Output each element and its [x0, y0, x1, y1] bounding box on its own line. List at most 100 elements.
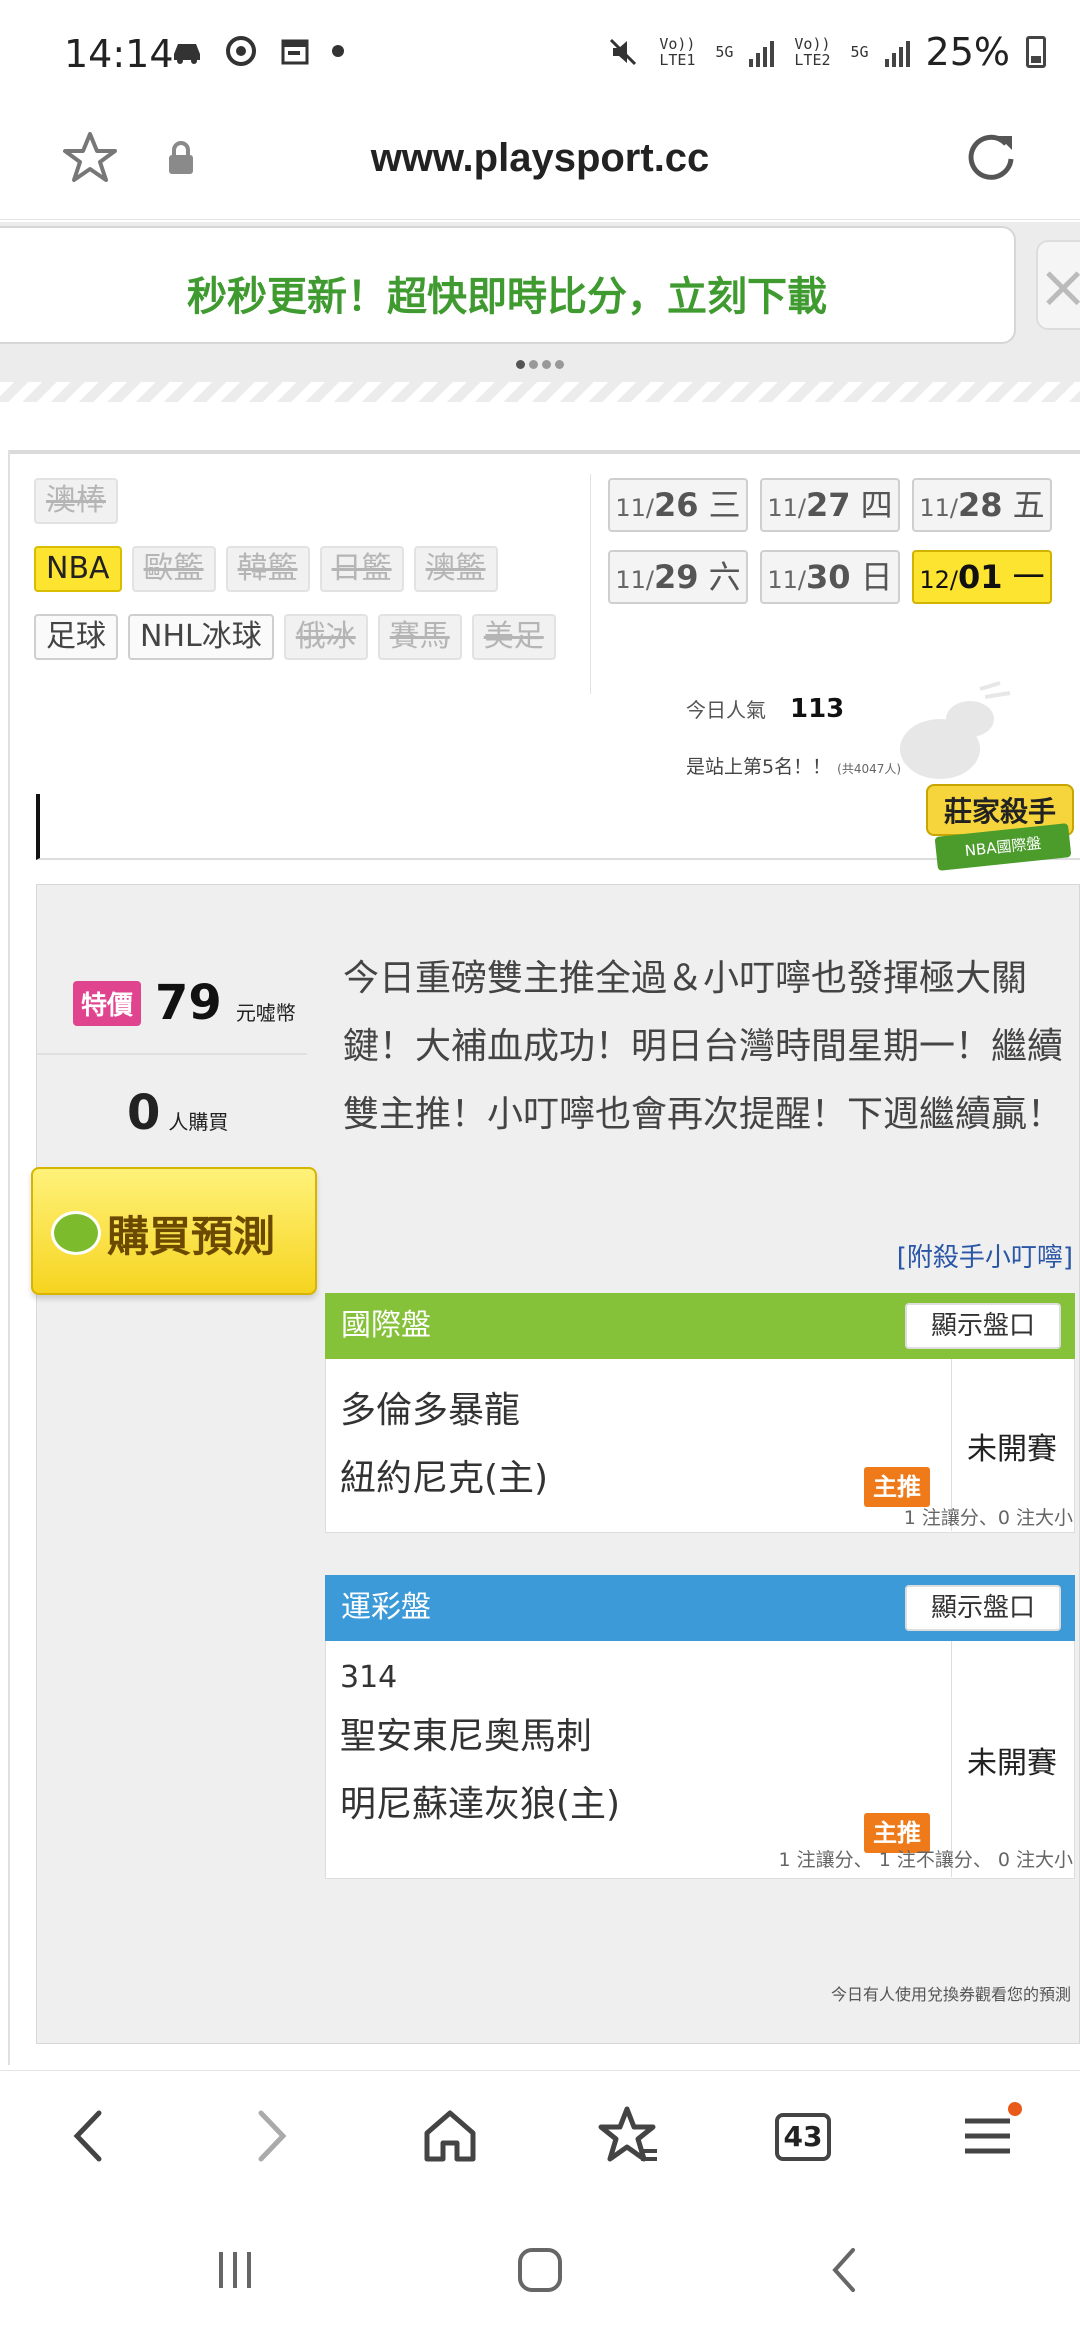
sport-row-3: 足球 NHL冰球 俄冰 賽馬 美足 — [34, 614, 594, 660]
lte1-label: Vo)) LTE1 — [659, 35, 696, 69]
date-tab[interactable]: 11/26 三 — [608, 478, 748, 532]
date-month: 11/ — [767, 566, 806, 594]
battery-icon — [1026, 36, 1046, 68]
url-field[interactable]: www.playsport.cc — [0, 136, 1080, 181]
back-icon[interactable] — [55, 2101, 125, 2171]
rank-label: 是站上第5名！！ — [686, 756, 832, 778]
date-month: 12/ — [919, 566, 958, 594]
date-weekday: 四 — [860, 486, 893, 524]
attach-note-link[interactable]: [附殺手小叮嚀] — [897, 1237, 1073, 1274]
rank-text: 是站上第5名！！ (共4047人) — [686, 752, 901, 779]
filter-divider — [590, 474, 591, 694]
bookmarks-icon[interactable] — [595, 2101, 665, 2171]
sport-tag-soccer[interactable]: 足球 — [34, 614, 118, 660]
rank-total: (共4047人) — [837, 762, 902, 776]
lottery-bet-note: 1 注讓分、 1 注不讓分、 0 注大小 — [778, 1849, 1073, 1871]
tip-input-line — [36, 794, 1080, 860]
buyer-count-value: 0 — [127, 1085, 161, 1141]
show-odds-button[interactable]: 顯示盤口 — [905, 1585, 1061, 1631]
sport-tag-horse-racing[interactable]: 賽馬 — [377, 614, 462, 660]
date-day: 30 — [805, 558, 851, 596]
date-tab[interactable]: 11/30 日 — [760, 550, 900, 604]
signal-icon-2 — [884, 37, 910, 67]
left-edge — [0, 450, 10, 2065]
5g-label-1: 5G — [715, 43, 734, 61]
price-row: 特價 79 元噓幣 — [73, 975, 296, 1031]
buyer-count-unit: 人購買 — [168, 1110, 229, 1134]
sport-tag-japan-basketball[interactable]: 日籃 — [319, 546, 404, 592]
date-weekday: 三 — [708, 486, 741, 524]
sport-row-2: NBA 歐籃 韓籃 日籃 澳籃 — [34, 546, 594, 592]
menu-icon[interactable] — [955, 2101, 1025, 2171]
car-icon — [174, 44, 200, 64]
intl-bet-note: 1 注讓分、0 注大小 — [903, 1507, 1073, 1529]
date-tab[interactable]: 11/28 五 — [912, 478, 1052, 532]
5g-label-2: 5G — [850, 43, 869, 61]
popularity: 今日人氣 113 — [686, 694, 844, 724]
date-day: 27 — [805, 486, 851, 524]
address-bar: www.playsport.cc — [0, 110, 1080, 220]
popularity-value: 113 — [790, 694, 845, 724]
special-price-badge: 特價 — [73, 980, 142, 1026]
sport-tag-nhl[interactable]: NHL冰球 — [128, 614, 274, 660]
buyer-count: 0 人購買 — [127, 1085, 228, 1141]
date-tab[interactable]: 11/29 六 — [608, 550, 748, 604]
lottery-teams: 314 聖安東尼奧馬刺 明尼蘇達灰狼(主) — [326, 1641, 952, 1877]
banner-pager — [0, 354, 1080, 373]
intl-odds-header: 國際盤 顯示盤口 — [325, 1293, 1075, 1359]
sport-tag-american-football[interactable]: 美足 — [471, 614, 556, 660]
sport-row-1: 澳棒 — [34, 478, 594, 524]
pager-dot — [529, 360, 538, 369]
date-weekday: 六 — [708, 558, 741, 596]
ad-banner[interactable]: 秒秒更新！超快即時比分，立刻下載 — [0, 226, 1016, 344]
date-weekday: 日 — [860, 558, 893, 596]
date-tab[interactable]: 11/27 四 — [760, 478, 900, 532]
date-tab-selected[interactable]: 12/01 一 — [912, 550, 1052, 604]
date-month: 11/ — [767, 494, 806, 522]
intl-teams: 多倫多暴龍 紐約尼克(主) — [326, 1359, 952, 1531]
status-time: 14:14 — [64, 32, 174, 76]
banner-close-icon[interactable]: × — [1036, 240, 1080, 330]
sport-tag-nba[interactable]: NBA — [34, 546, 122, 592]
lottery-odds-header: 運彩盤 顯示盤口 — [325, 1575, 1075, 1641]
home-button-icon[interactable] — [510, 2240, 570, 2300]
status-notification-icons — [170, 36, 344, 66]
status-system-icons: Vo)) LTE1 5G Vo)) LTE2 5G 25% — [607, 30, 1046, 74]
system-back-icon[interactable] — [815, 2240, 875, 2300]
intl-odds-title: 國際盤 — [341, 1308, 431, 1343]
intl-odds-box: 國際盤 顯示盤口 多倫多暴龍 紐約尼克(主) 主推 未開賽 — [325, 1293, 1075, 1533]
calendar-icon — [281, 39, 309, 65]
lte2-label: Vo)) LTE2 — [794, 35, 831, 69]
date-month: 11/ — [615, 494, 654, 522]
browser-toolbar: 43 — [0, 2070, 1080, 2200]
date-day: 29 — [653, 558, 699, 596]
game-status: 未開賽 — [967, 1745, 1057, 1781]
date-month: 11/ — [615, 566, 654, 594]
date-day: 28 — [957, 486, 1003, 524]
price-unit: 元噓幣 — [235, 1000, 296, 1025]
tabs-button[interactable]: 43 — [775, 2113, 831, 2161]
zigzag-divider — [0, 382, 1080, 402]
home-team: 明尼蘇達灰狼(主) — [340, 1784, 621, 1825]
reload-icon[interactable] — [962, 130, 1020, 188]
sport-tag-aus-baseball[interactable]: 澳棒 — [34, 478, 118, 524]
forward-icon[interactable] — [235, 2101, 305, 2171]
sport-filter: 澳棒 NBA 歐籃 韓籃 日籃 澳籃 足球 NHL冰球 俄冰 賽馬 美足 — [34, 478, 594, 682]
date-month: 11/ — [919, 494, 958, 522]
game-number: 314 — [340, 1660, 398, 1695]
show-odds-button[interactable]: 顯示盤口 — [905, 1303, 1061, 1349]
site-logo-icon — [51, 1211, 101, 1255]
status-bar: 14:14 Vo)) LTE1 5G Vo)) LTE2 5G 25% — [0, 0, 1080, 110]
voucher-note: 今日有人使用兌換券觀看您的預測 — [830, 1985, 1071, 2004]
sport-tag-russia-hockey[interactable]: 俄冰 — [283, 614, 368, 660]
main-pick-badge: 主推 — [864, 1467, 930, 1507]
ad-banner-area: 秒秒更新！超快即時比分，立刻下載 × — [0, 222, 1080, 402]
sport-tag-euro-basketball[interactable]: 歐籃 — [131, 546, 216, 592]
buy-prediction-button[interactable]: 購買預測 — [31, 1167, 317, 1295]
home-icon[interactable] — [415, 2101, 485, 2171]
signal-icon-1 — [749, 37, 775, 67]
recent-apps-icon[interactable] — [205, 2240, 265, 2300]
sport-tag-korea-basketball[interactable]: 韓籃 — [225, 546, 310, 592]
sport-tag-aus-basketball[interactable]: 澳籃 — [413, 546, 498, 592]
away-team: 聖安東尼奧馬刺 — [340, 1716, 593, 1757]
